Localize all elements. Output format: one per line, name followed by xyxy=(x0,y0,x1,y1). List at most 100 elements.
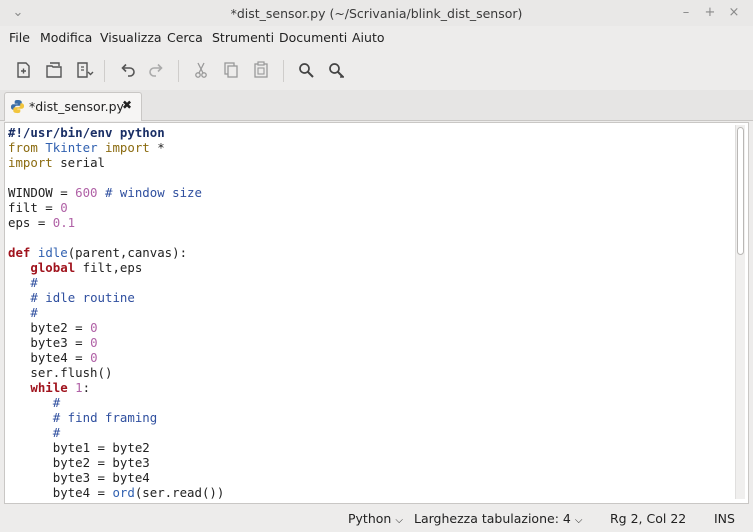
code-line: filt = 0 xyxy=(8,200,224,215)
menu-visualizza[interactable]: Visualizza xyxy=(100,30,162,45)
code-token: byte1 = byte2 xyxy=(8,440,150,455)
minimize-icon[interactable]: – xyxy=(677,4,695,22)
code-token: Tkinter xyxy=(45,140,98,155)
chevron-down-icon: ⌵ xyxy=(574,515,583,526)
open-document-icon[interactable] xyxy=(42,58,66,82)
code-line: byte2 = byte3 xyxy=(8,455,224,470)
code-line: import serial xyxy=(8,155,224,170)
cut-icon[interactable] xyxy=(189,58,213,82)
code-token: 600 xyxy=(75,185,98,200)
code-token: byte4 = xyxy=(8,485,113,500)
code-line: #!/usr/bin/env python xyxy=(8,125,224,140)
search-icon[interactable] xyxy=(294,58,318,82)
code-line: # xyxy=(8,275,224,290)
code-token: WINDOW = xyxy=(8,185,76,200)
code-token: from xyxy=(8,140,38,155)
language-selector[interactable]: Python ⌵ xyxy=(348,511,403,526)
copy-icon[interactable] xyxy=(219,58,243,82)
search-replace-icon[interactable] xyxy=(324,58,348,82)
scrollbar-thumb[interactable] xyxy=(737,127,744,255)
tab-close-icon[interactable]: ✖ xyxy=(122,98,132,112)
code-line: byte2 = 0 xyxy=(8,320,224,335)
source-code: #!/usr/bin/env python from Tkinter import… xyxy=(8,125,224,500)
chevron-down-icon: ⌵ xyxy=(395,515,403,526)
menu-strumenti[interactable]: Strumenti xyxy=(212,30,274,45)
code-line: byte4 = ord(ser.read()) xyxy=(8,485,225,500)
code-token: 1 xyxy=(75,380,83,395)
code-editor[interactable]: #!/usr/bin/env python from Tkinter import… xyxy=(4,122,749,504)
new-document-icon[interactable] xyxy=(11,58,35,82)
code-token: # xyxy=(30,305,38,320)
code-token: byte4 = xyxy=(8,350,91,365)
code-token: byte3 = xyxy=(8,335,91,350)
tab-width-selector[interactable]: Larghezza tabulazione: 4 ⌵ xyxy=(414,511,582,526)
menu-documenti[interactable]: Documenti xyxy=(279,30,347,45)
code-token: byte2 = xyxy=(8,320,91,335)
code-line: byte1 = byte2 xyxy=(8,440,224,455)
menu-bar: File Modifica Visualizza Cerca Strumenti… xyxy=(0,26,753,50)
code-token: 0.1 xyxy=(52,215,76,230)
code-token: # xyxy=(52,425,61,440)
code-token: 0 xyxy=(90,350,98,365)
code-token: # xyxy=(52,395,61,410)
code-token: * xyxy=(149,140,165,155)
code-token: : xyxy=(82,380,91,395)
save-document-icon[interactable] xyxy=(72,58,96,82)
tab-dist-sensor[interactable]: *dist_sensor.py ✖ xyxy=(4,92,142,121)
code-token: # find framing xyxy=(52,410,158,425)
code-line: byte4 = 0 xyxy=(8,350,224,365)
close-window-icon[interactable]: × xyxy=(725,4,743,22)
code-token: import xyxy=(105,140,150,155)
code-token: filt,eps xyxy=(75,260,143,275)
code-token: (parent,canvas): xyxy=(67,245,188,260)
code-token: serial xyxy=(52,155,105,170)
maximize-icon[interactable]: + xyxy=(701,4,719,22)
code-token: byte2 = byte3 xyxy=(8,455,150,470)
code-line: from Tkinter import * xyxy=(8,140,224,155)
code-token: 0 xyxy=(90,320,98,335)
code-token: global xyxy=(30,260,76,275)
code-line: byte3 = 0 xyxy=(8,335,224,350)
python-file-icon xyxy=(10,99,25,114)
code-token: eps = xyxy=(8,215,53,230)
menu-file[interactable]: File xyxy=(9,30,30,45)
code-line: eps = 0.1 xyxy=(8,215,224,230)
code-line: while 1: xyxy=(8,380,224,395)
code-token: # window size xyxy=(105,185,202,200)
code-token: 0 xyxy=(90,335,98,350)
toolbar-separator xyxy=(104,60,105,82)
code-token: while xyxy=(30,380,68,395)
code-token: # xyxy=(30,275,38,290)
code-line: # idle routine xyxy=(8,290,224,305)
toolbar-separator xyxy=(178,60,179,82)
code-line: byte3 = byte4 xyxy=(8,470,224,485)
menu-cerca[interactable]: Cerca xyxy=(167,30,203,45)
code-line: def idle(parent,canvas): xyxy=(8,245,224,260)
redo-icon[interactable] xyxy=(145,58,169,82)
code-token: (ser.read()) xyxy=(134,485,225,500)
vertical-scrollbar[interactable] xyxy=(735,125,745,499)
code-token: #!/usr/bin/env python xyxy=(8,125,165,140)
title-bar: ⌄ *dist_sensor.py (~/Scrivania/blink_dis… xyxy=(0,0,753,26)
code-token: filt = xyxy=(8,200,61,215)
insert-mode: INS xyxy=(714,511,735,526)
paste-icon[interactable] xyxy=(249,58,273,82)
cursor-position: Rg 2, Col 22 xyxy=(610,511,687,526)
menu-aiuto[interactable]: Aiuto xyxy=(352,30,385,45)
code-token: ord xyxy=(112,485,135,500)
undo-icon[interactable] xyxy=(115,58,139,82)
code-token: import xyxy=(8,155,53,170)
language-label: Python xyxy=(348,511,392,526)
menu-modifica[interactable]: Modifica xyxy=(40,30,92,45)
tab-width-label: Larghezza tabulazione: xyxy=(414,511,559,526)
